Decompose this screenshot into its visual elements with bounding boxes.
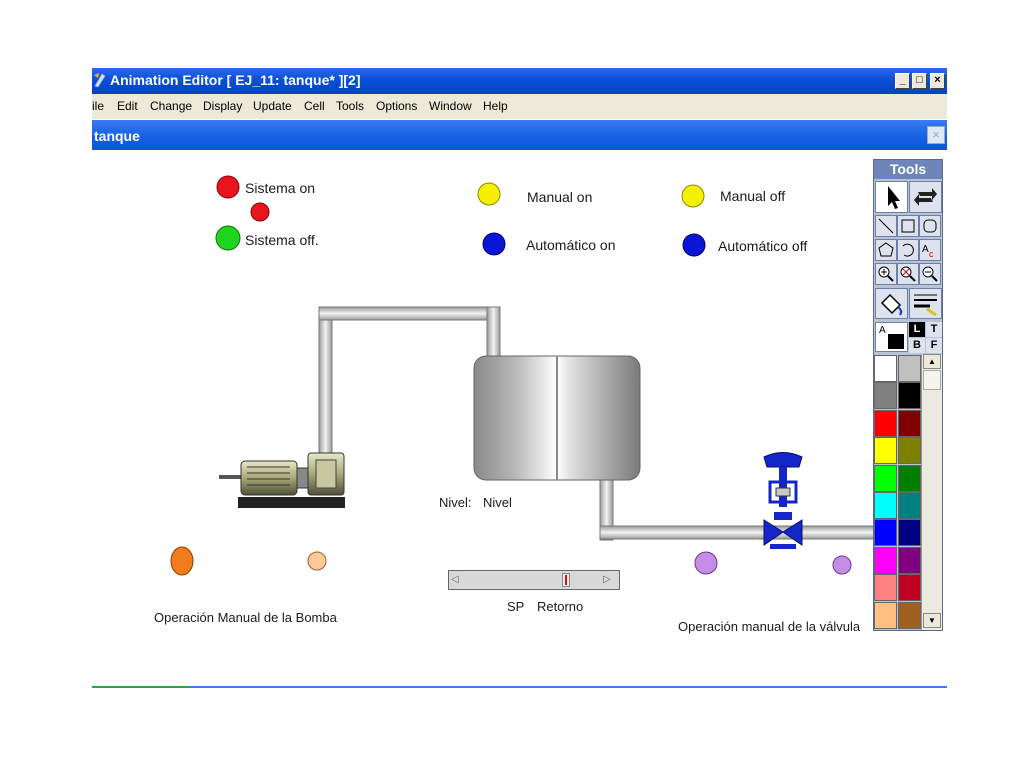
sistema-off-label: Sistema off. — [245, 232, 319, 248]
color-swatch[interactable] — [898, 601, 921, 629]
palette-scrollbar[interactable]: ▲ ▼ — [921, 354, 942, 630]
valvula-manual-label: Operación manual de la válvula — [678, 619, 861, 634]
pipe-pump-to-tank — [318, 306, 501, 456]
manual-off-label: Manual off — [720, 188, 786, 204]
line-style-tool[interactable] — [909, 288, 942, 319]
current-color-swatch — [888, 334, 904, 349]
tools-title: Tools — [874, 160, 942, 179]
scroll-down-icon[interactable]: ▼ — [923, 613, 941, 628]
sp-label: SP — [507, 599, 525, 614]
rotate-tool[interactable] — [909, 181, 942, 213]
fill-color-toggle[interactable]: F — [926, 338, 942, 353]
svg-text:A: A — [922, 244, 929, 255]
color-swatch[interactable] — [898, 355, 921, 382]
pump-motor-icon — [219, 452, 345, 508]
valvula-manual-off-button[interactable] — [832, 555, 852, 575]
zoom-reset-icon — [900, 266, 916, 282]
color-swatch[interactable] — [874, 574, 897, 602]
color-swatch[interactable] — [898, 437, 921, 465]
line-color-toggle[interactable]: L — [909, 322, 925, 337]
manual-off-light — [681, 184, 705, 208]
line-style-icon — [914, 294, 937, 317]
slider-thumb[interactable] — [562, 573, 570, 587]
zoom-in-tool[interactable] — [875, 263, 897, 285]
sistema-on-label: Sistema on — [245, 180, 316, 196]
color-swatch[interactable] — [874, 492, 897, 519]
color-swatch[interactable] — [874, 355, 897, 382]
scroll-up-icon[interactable]: ▲ — [923, 354, 941, 369]
nivel-label: Nivel: — [439, 495, 472, 510]
color-swatch[interactable] — [874, 409, 897, 437]
paint-bucket-icon — [880, 293, 903, 316]
color-swatch[interactable] — [898, 546, 921, 574]
color-swatch[interactable] — [898, 574, 921, 602]
nivel-value: Nivel — [483, 495, 512, 510]
slider-right-arrow-icon[interactable]: ▷ — [603, 573, 615, 587]
automatico-on-label: Automático on — [526, 237, 616, 253]
background-color-toggle[interactable]: B — [909, 338, 925, 353]
automatico-on-light — [482, 232, 506, 256]
color-swatch[interactable] — [874, 546, 897, 574]
tank — [473, 355, 641, 481]
manual-on-light — [477, 182, 501, 206]
svg-text:c: c — [929, 249, 934, 259]
color-selector[interactable]: A — [875, 322, 908, 352]
color-swatch[interactable] — [874, 437, 897, 465]
text-tool[interactable]: Ac — [919, 239, 941, 261]
bomba-manual-on-button[interactable] — [170, 546, 194, 576]
line-icon — [878, 218, 894, 234]
zoom-reset-tool[interactable] — [897, 263, 919, 285]
scroll-thumb[interactable] — [923, 370, 941, 390]
zoom-in-icon — [878, 266, 894, 282]
manual-on-label: Manual on — [527, 189, 593, 205]
slider-left-arrow-icon[interactable]: ◁ — [451, 573, 463, 587]
color-swatch[interactable] — [898, 492, 921, 519]
sp-value: Retorno — [537, 599, 584, 614]
rectangle-tool[interactable] — [897, 215, 919, 237]
text-icon: Ac — [922, 244, 934, 259]
color-swatch[interactable] — [898, 519, 921, 547]
arc-icon — [902, 243, 914, 257]
zoom-out-icon — [922, 266, 938, 282]
rotate-icon — [914, 188, 937, 206]
color-swatch[interactable] — [874, 382, 897, 410]
text-color-toggle[interactable]: T — [926, 322, 942, 337]
bomba-manual-off-button[interactable] — [307, 551, 327, 571]
sistema-on-light — [216, 175, 240, 199]
automatico-off-label: Automático off — [718, 238, 808, 254]
line-tool[interactable] — [875, 215, 897, 237]
color-swatch[interactable] — [874, 519, 897, 547]
select-arrow-tool[interactable] — [875, 181, 908, 213]
sp-retorno-slider[interactable]: ◁ ▷ — [448, 570, 620, 590]
sistema-off-light — [215, 225, 241, 251]
color-swatch[interactable] — [898, 409, 921, 437]
process-canvas — [92, 175, 947, 688]
polygon-tool[interactable] — [875, 239, 897, 261]
color-swatch[interactable] — [874, 601, 897, 629]
zoom-out-tool[interactable] — [919, 263, 941, 285]
valvula-manual-on-button[interactable] — [694, 551, 718, 575]
system-status-light — [250, 202, 270, 222]
polygon-icon — [878, 242, 894, 257]
color-swatch[interactable] — [898, 464, 921, 492]
paint-bucket-tool[interactable] — [875, 288, 908, 319]
arc-tool[interactable] — [897, 239, 919, 261]
pipe-tank-outlet — [599, 479, 876, 541]
rounded-rect-tool[interactable] — [919, 215, 941, 237]
color-selector-glyph: A — [879, 325, 886, 336]
rounded-rect-icon — [923, 219, 937, 233]
automatico-off-light — [682, 233, 706, 257]
color-swatch[interactable] — [898, 382, 921, 410]
rectangle-icon — [901, 219, 915, 233]
arrow-icon — [888, 186, 900, 209]
color-swatch[interactable] — [874, 464, 897, 492]
color-palette — [874, 355, 921, 630]
bomba-manual-label: Operación Manual de la Bomba — [154, 610, 337, 625]
